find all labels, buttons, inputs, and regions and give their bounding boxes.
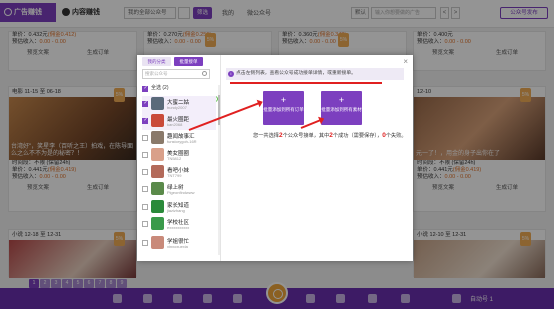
avatar — [151, 114, 164, 127]
avatar — [151, 236, 164, 249]
account-search-input[interactable]: 搜索公众号 — [142, 69, 210, 79]
account-checkbox[interactable] — [142, 117, 148, 124]
info-icon: i — [228, 71, 234, 77]
account-checkbox[interactable] — [142, 186, 148, 192]
plus-icon: + — [338, 95, 345, 105]
account-id: Pigeonfindwww — [167, 190, 195, 195]
account-checkbox[interactable] — [142, 169, 148, 175]
account-item[interactable]: 绿上树 Pigeonfindwww — [142, 181, 216, 198]
account-list-scrollbar[interactable] — [218, 85, 220, 255]
account-id: TNT799 — [167, 173, 182, 178]
avatar — [151, 200, 164, 213]
account-checkbox[interactable] — [142, 240, 148, 246]
avatar — [151, 97, 164, 110]
avatar — [151, 148, 164, 161]
search-icon — [202, 71, 207, 76]
account-id: kan2068 — [167, 122, 183, 127]
account-search-placeholder: 搜索公众号 — [145, 71, 168, 76]
account-id: xinxoxuexia — [167, 244, 188, 249]
account-checkbox[interactable] — [142, 100, 148, 107]
batch-add-all-orders-button[interactable]: + 批量添加到所有订单 — [263, 91, 304, 125]
select-all[interactable]: 全选 (2) — [142, 85, 169, 92]
plus-icon: + — [280, 95, 287, 105]
batch-add-all-orders-label: 批量添加到所有订单 — [263, 107, 304, 112]
notice-bar: i 点击左侧列表，查看公众号成功接单详情，或重新接单。 — [226, 68, 404, 80]
select-all-label: 全选 (2) — [151, 85, 169, 91]
account-item[interactable]: 大蜜二姑hundy2007 — [142, 96, 216, 113]
account-item[interactable]: 家长知道 jiazizhang — [142, 199, 216, 216]
account-item[interactable]: 美女圈圈 TN5812 — [142, 147, 216, 164]
highlight-underline — [230, 82, 382, 84]
avatar — [151, 217, 164, 230]
select-all-checkbox[interactable] — [142, 85, 148, 92]
avatar — [151, 165, 164, 178]
batch-add-all-material-button[interactable]: + 批量添加到所有素材 — [321, 91, 362, 125]
account-id: jiazizhang — [167, 208, 185, 213]
avatar — [151, 131, 164, 144]
account-checkbox[interactable] — [142, 204, 148, 210]
account-checkbox[interactable] — [142, 221, 148, 227]
close-icon[interactable]: × — [403, 58, 408, 66]
tab-my-category[interactable]: 我的分类 — [142, 57, 171, 66]
account-id: exxxxxxxxxx — [167, 225, 190, 230]
batch-order-dialog: × 我的分类 批量接单 搜索公众号 全选 (2) 大蜜二姑hundy2007最火… — [137, 55, 413, 261]
account-list-panel: 我的分类 批量接单 搜索公众号 全选 (2) 大蜜二姑hundy2007最火圈距… — [140, 55, 221, 261]
account-checkbox[interactable] — [142, 135, 148, 141]
account-id: hundy2007 — [167, 105, 187, 110]
avatar — [151, 182, 164, 195]
account-id: funstorygoh-16R — [167, 139, 197, 144]
result-summary: 您一共选择2个公众号接单，其中2个成功（需要保存），0个失败。 — [253, 132, 407, 139]
account-item[interactable]: 趣闻故事汇 funstorygoh-16R — [142, 130, 216, 147]
batch-add-all-material-label: 批量添加到所有素材 — [321, 107, 362, 112]
account-item[interactable]: 学姐很忙 xinxoxuexia — [142, 235, 216, 252]
notice-text: 点击左侧列表，查看公众号成功接单详情，或重新接单。 — [236, 71, 356, 76]
tab-batch-order[interactable]: 批量接单 — [174, 57, 203, 66]
account-item[interactable]: 学校社区 exxxxxxxxxx — [142, 216, 216, 233]
account-checkbox[interactable] — [142, 152, 148, 158]
account-item[interactable]: 看吧小妹 TNT799 — [142, 164, 216, 181]
account-id: TN5812 — [167, 156, 182, 161]
